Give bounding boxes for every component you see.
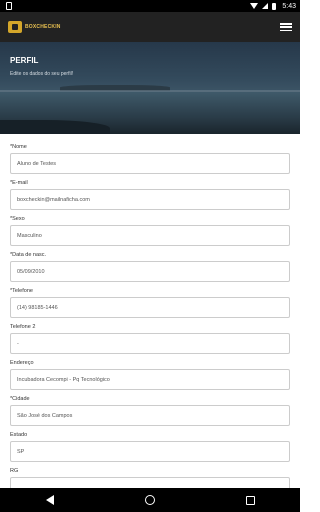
address-input[interactable]: Incubadora Cecompi - Pq Tecnológico	[10, 369, 290, 390]
field-birthdate: *Data de nasc. 05/09/2010	[10, 252, 290, 282]
rg-input[interactable]	[10, 477, 290, 488]
city-input[interactable]: São José dos Campos	[10, 405, 290, 426]
page-subtitle: Edite os dados do seu perfil!	[10, 71, 74, 77]
field-name: *Nome Aluno de Testes	[10, 144, 290, 174]
status-time: 5:43	[282, 2, 296, 10]
wifi-icon	[250, 3, 259, 9]
field-city: *Cidade São José dos Campos	[10, 396, 290, 426]
birthdate-input[interactable]: 05/09/2010	[10, 261, 290, 282]
field-label: Endereço	[10, 360, 34, 366]
home-icon	[145, 495, 155, 505]
name-input[interactable]: Aluno de Testes	[10, 153, 290, 174]
phone-input[interactable]: (14) 98185-1446	[10, 297, 290, 318]
field-phone: *Telefone (14) 98185-1446	[10, 288, 290, 318]
recents-icon	[245, 495, 255, 505]
field-label: *Cidade	[10, 396, 30, 402]
field-phone-2: Telefone 2 -	[10, 324, 290, 354]
field-address: Endereço Incubadora Cecompi - Pq Tecnoló…	[10, 360, 290, 390]
app-bar: BOXCHECKIN	[0, 12, 300, 42]
profile-form: *Nome Aluno de Testes *E-mail boxcheckin…	[0, 134, 300, 488]
state-input[interactable]: SP	[10, 441, 290, 462]
field-state: Estado SP	[10, 432, 290, 462]
field-label: *Telefone	[10, 288, 33, 294]
field-sex: *Sexo Masculino	[10, 216, 290, 246]
hero-banner: PERFIL Edite os dados do seu perfil!	[0, 42, 300, 134]
field-label: *Nome	[10, 144, 27, 150]
field-email: *E-mail boxcheckin@mailnaficha.com	[10, 180, 290, 210]
email-input[interactable]: boxcheckin@mailnaficha.com	[10, 189, 290, 210]
phone-2-input[interactable]: -	[10, 333, 290, 354]
nav-back-button[interactable]	[30, 488, 70, 512]
field-label: Telefone 2	[10, 324, 36, 330]
system-nav-bar	[0, 488, 300, 512]
hero-background-rock	[0, 120, 110, 134]
page-title: PERFIL	[10, 56, 39, 65]
notification-icon	[6, 2, 12, 10]
field-rg: RG	[10, 468, 290, 488]
logo-text: BOXCHECKIN	[25, 24, 61, 30]
hero-horizon	[0, 90, 300, 92]
signal-icon	[262, 3, 269, 9]
field-label: *Sexo	[10, 216, 25, 222]
battery-icon	[272, 2, 277, 10]
field-label: *E-mail	[10, 180, 28, 186]
app-logo[interactable]: BOXCHECKIN	[8, 21, 61, 33]
hamburger-icon[interactable]	[280, 22, 292, 32]
status-bar: 5:43	[0, 0, 300, 12]
field-label: RG	[10, 468, 19, 474]
sex-select[interactable]: Masculino	[10, 225, 290, 246]
field-label: Estado	[10, 432, 28, 438]
logo-icon	[8, 21, 22, 33]
nav-recents-button[interactable]	[230, 488, 270, 512]
field-label: *Data de nasc.	[10, 252, 47, 258]
back-icon	[46, 495, 54, 505]
nav-home-button[interactable]	[130, 488, 170, 512]
